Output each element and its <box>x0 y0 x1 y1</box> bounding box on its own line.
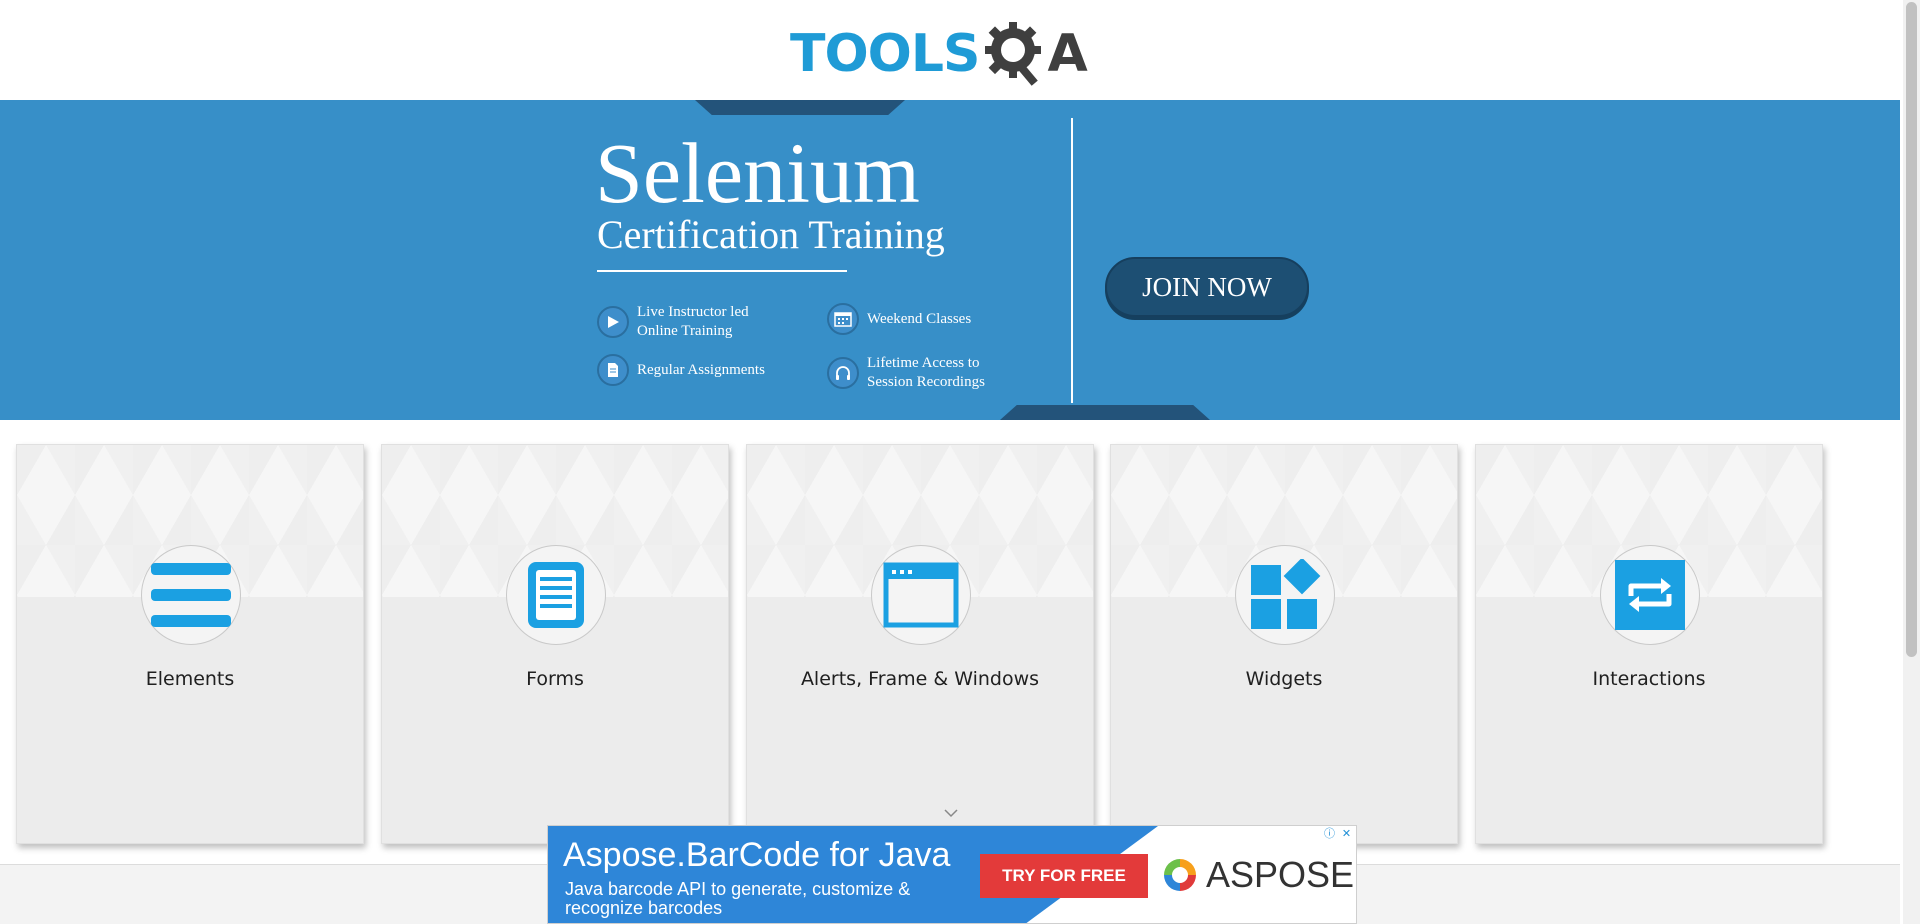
calendar-icon <box>827 303 859 335</box>
banner-underline <box>597 270 847 272</box>
selenium-training-banner[interactable]: Selenium Certification Training Live Ins… <box>0 100 1900 420</box>
feature-assignments: Regular Assignments <box>597 354 787 386</box>
card-widgets[interactable]: Widgets <box>1110 444 1458 844</box>
document-icon <box>597 354 629 386</box>
ad-controls: ⓘ ✕ <box>1322 827 1354 842</box>
feature-live-training: Live Instructor led Online Training <box>597 303 787 341</box>
logo-text-end: A <box>1047 24 1088 84</box>
card-title: Elements <box>145 668 235 690</box>
card-forms[interactable]: Forms <box>381 444 729 844</box>
banner-subtitle: Certification Training <box>597 212 945 257</box>
gear-magnifier-icon <box>983 16 1045 93</box>
vertical-scrollbar[interactable] <box>1903 0 1920 924</box>
ad-title: Aspose.BarCode for Java <box>563 836 951 874</box>
ad-close-icon[interactable]: ✕ <box>1339 827 1354 842</box>
banner-decoration-bottom <box>1000 405 1210 420</box>
aspose-advertisement[interactable]: Aspose.BarCode for Java Java barcode API… <box>547 825 1357 924</box>
aspose-swirl-icon <box>1164 859 1196 891</box>
feature-label: Lifetime Access to Session Recordings <box>867 355 985 390</box>
elements-list-icon <box>141 545 241 645</box>
feature-lifetime-access: Lifetime Access to Session Recordings <box>827 354 1017 392</box>
play-icon <box>597 306 629 338</box>
widgets-grid-icon <box>1235 545 1335 645</box>
feature-label: Regular Assignments <box>637 361 765 378</box>
card-title: Widgets <box>1245 668 1323 690</box>
chevron-down-icon <box>944 809 958 818</box>
card-title: Forms <box>526 668 584 690</box>
ad-description: Java barcode API to generate, customize … <box>565 879 911 918</box>
toolsqa-logo[interactable]: TOOLS A <box>790 14 1120 94</box>
category-cards: Elements Forms Alerts, Frame & Windows W… <box>16 444 1826 844</box>
card-interactions[interactable]: Interactions <box>1475 444 1823 844</box>
feature-label: Live Instructor led Online Training <box>637 304 749 339</box>
logo-text: TOOLS <box>790 24 980 84</box>
feature-label: Weekend Classes <box>867 310 972 327</box>
banner-decoration-top <box>695 100 905 115</box>
aspose-logo: ASPOSE <box>1160 854 1354 896</box>
join-now-button[interactable]: JOIN NOW <box>1105 257 1309 317</box>
browser-window-icon <box>871 545 971 645</box>
card-elements[interactable]: Elements <box>16 444 364 844</box>
site-header: TOOLS A <box>0 0 1900 100</box>
headphones-icon <box>827 357 859 389</box>
ad-brand: ASPOSE <box>1206 854 1355 895</box>
card-title: Alerts, Frame & Windows <box>800 668 1040 690</box>
try-for-free-button[interactable]: TRY FOR FREE <box>980 854 1148 898</box>
interactions-arrows-icon <box>1600 545 1700 645</box>
forms-document-icon <box>506 545 606 645</box>
card-title: Interactions <box>1592 668 1706 690</box>
scrollbar-thumb[interactable] <box>1906 2 1917 657</box>
banner-title: Selenium <box>595 125 920 221</box>
card-alerts-frame-windows[interactable]: Alerts, Frame & Windows <box>746 444 1094 844</box>
banner-divider <box>1071 118 1073 403</box>
feature-weekend-classes: Weekend Classes <box>827 303 1017 335</box>
ad-info-icon[interactable]: ⓘ <box>1322 827 1337 842</box>
